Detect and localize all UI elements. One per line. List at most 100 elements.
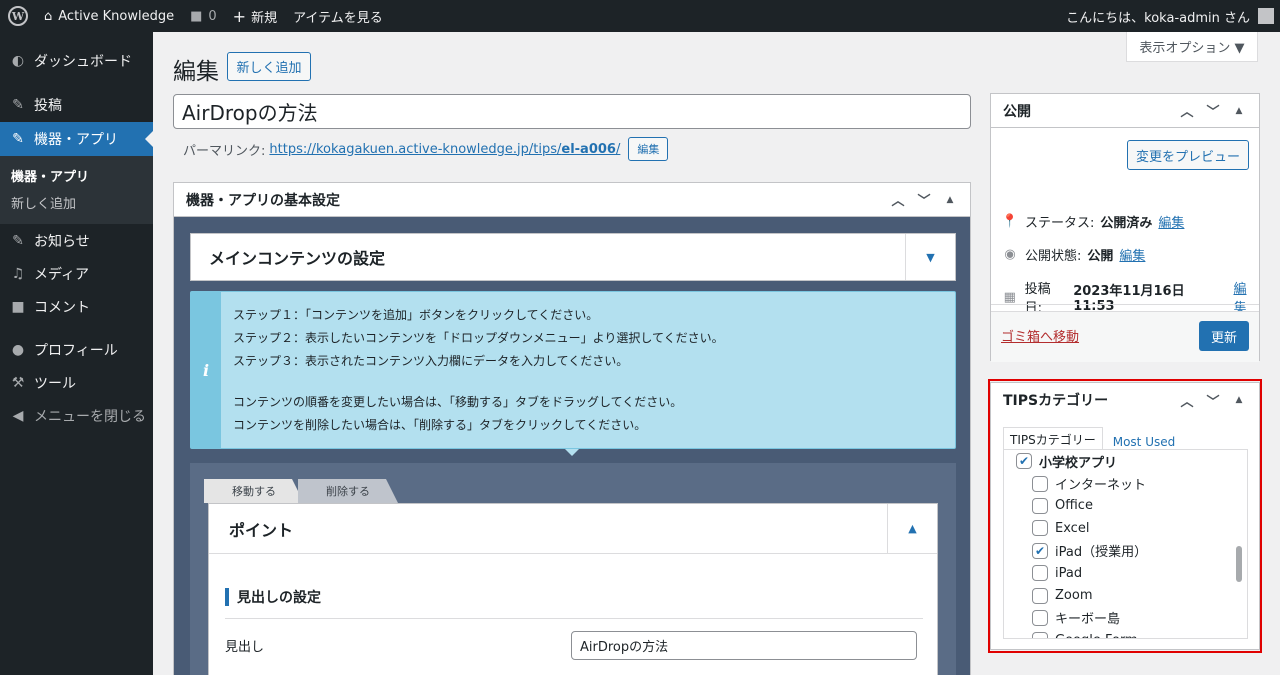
site-name-link[interactable]: ⌂ Active Knowledge — [36, 0, 182, 32]
view-item-label: アイテムを見る — [293, 10, 383, 26]
move-up-icon[interactable]: ︿ — [1179, 391, 1195, 410]
checkbox-icon[interactable] — [1032, 520, 1048, 537]
wp-logo-menu[interactable]: W — [0, 0, 36, 32]
tips-category-list: ✔ 小学校アプリインターネット Office Excel ✔ iPad（授業用） iPad Z… — [1003, 449, 1248, 639]
move-down-icon[interactable]: ﹀ — [1205, 391, 1221, 410]
checkbox-icon[interactable] — [1032, 497, 1048, 514]
status-label: ステータス: — [1025, 216, 1095, 231]
admin-sidebar: ◐ ダッシュボード ✎ 投稿 ✎ 機器・アプリ 機器・アプリ 新しく追加 ✎ お知らせ … — [0, 32, 153, 675]
sidebar-item-comments[interactable]: ■ コメント — [0, 290, 153, 323]
sidebar-item-posts[interactable]: ✎ 投稿 — [0, 88, 153, 122]
tips-header: TIPSカテゴリー ︿ ﹀ ▲ — [991, 383, 1259, 417]
sidebar-item-label: ダッシュボード — [34, 54, 132, 70]
update-button[interactable]: 更新 — [1199, 321, 1249, 351]
status-value: 公開済み — [1100, 216, 1153, 231]
expand-toggle-icon[interactable]: ▼ — [905, 234, 955, 280]
tips-category-label: 小学校アプリ — [1039, 455, 1118, 471]
main-content-settings-title: メインコンテンツの設定 — [209, 249, 386, 268]
pin-icon: ✎ — [12, 131, 24, 147]
toggle-panel-icon[interactable]: ▲ — [1231, 395, 1247, 405]
sidebar-item-label: 投稿 — [34, 98, 62, 114]
calendar-icon: ▦ — [1003, 289, 1016, 305]
my-account-menu[interactable]: こんにちは、koka-admin さん — [1058, 0, 1280, 32]
checkbox-checked-icon[interactable]: ✔ — [1032, 542, 1048, 559]
flexible-content-area: メインコンテンツの設定 ▼ i ステップ１：「コンテンツを追加」ボタンをクリック… — [174, 217, 970, 675]
permalink-edit-button[interactable]: 編集 — [628, 137, 669, 161]
sidebar-submenu: 機器・アプリ 新しく追加 — [0, 156, 153, 224]
comment-icon: ■ — [11, 298, 25, 315]
heading-field-label: 見出し — [225, 640, 265, 655]
tips-category-item[interactable]: Excel — [1004, 517, 1247, 539]
tips-category-label: iPad — [1055, 565, 1083, 581]
checkbox-icon[interactable] — [1032, 565, 1048, 582]
scrollbar[interactable] — [1236, 546, 1242, 582]
permalink-link[interactable]: https://kokagakuen.active-knowledge.jp/t… — [269, 142, 620, 157]
collapse-menu-button[interactable]: ◀ メニューを閉じる — [0, 399, 153, 432]
sidebar-item-devices-apps[interactable]: ✎ 機器・アプリ — [0, 122, 153, 156]
site-name-label: Active Knowledge — [58, 8, 175, 24]
tips-category-label: キーボー島 — [1055, 612, 1121, 628]
tips-category-item[interactable]: ✔ iPad（授業用） — [1004, 540, 1247, 562]
collapse-toggle-icon[interactable]: ▲ — [887, 504, 937, 553]
sidebar-item-profile[interactable]: ● プロフィール — [0, 333, 153, 366]
heading-field-input[interactable]: AirDropの方法 — [571, 631, 917, 660]
sidebar-item-tools[interactable]: ⚒ ツール — [0, 366, 153, 399]
tips-category-label: インターネット — [1055, 478, 1147, 494]
toggle-panel-icon[interactable]: ▲ — [942, 195, 958, 205]
dashboard-icon: ◐ — [11, 53, 25, 69]
checkbox-icon[interactable] — [1032, 609, 1048, 626]
checkbox-icon[interactable] — [1032, 632, 1048, 638]
date-value: 2023年11月16日 11:53 — [1073, 284, 1185, 314]
checkbox-icon[interactable] — [1032, 475, 1048, 492]
checkbox-checked-icon[interactable]: ✔ — [1016, 453, 1032, 470]
sidebar-item-media[interactable]: ♫ メディア — [0, 258, 153, 290]
visibility-row: ◉ 公開状態: 公開 編集 — [1001, 245, 1145, 264]
point-panel-header: ポイント ▲ — [209, 504, 937, 554]
sidebar-item-dashboard[interactable]: ◐ ダッシュボード — [0, 44, 153, 78]
move-down-icon[interactable]: ﹀ — [1205, 101, 1221, 120]
sidebar-item-label: お知らせ — [34, 234, 90, 250]
tips-category-label: Zoom — [1055, 588, 1093, 604]
checkbox-icon[interactable] — [1032, 587, 1048, 604]
permalink-base: https://kokagakuen.active-knowledge.jp/t… — [269, 141, 562, 157]
main-content-settings-header: メインコンテンツの設定 ▼ — [190, 233, 956, 281]
add-new-button[interactable]: 新しく追加 — [227, 52, 311, 81]
comments-link[interactable]: ■ 0 — [182, 0, 225, 32]
visibility-edit-link[interactable]: 編集 — [1119, 245, 1145, 264]
submenu-item-add-new[interactable]: 新しく追加 — [0, 189, 153, 216]
toggle-panel-icon[interactable]: ▲ — [1231, 106, 1247, 116]
tips-category-item[interactable]: iPad — [1004, 562, 1247, 584]
comment-icon: ■ — [190, 8, 203, 24]
greeting-text: こんにちは、koka-admin さん — [1066, 10, 1250, 26]
tips-category-item[interactable]: ✔ 小学校アプリ — [1004, 450, 1247, 472]
pin-icon: 📍 — [1001, 214, 1019, 229]
move-down-icon[interactable]: ﹀ — [916, 190, 932, 209]
instruction-line: ステップ３：表示されたコンテンツ入力欄にデータを入力してください。 — [233, 354, 629, 368]
move-up-icon[interactable]: ︿ — [1179, 101, 1195, 120]
instruction-line: コンテンツの順番を変更したい場合は、「移動する」タブをドラッグしてください。 — [233, 395, 683, 409]
tips-category-item[interactable]: キーボー島 — [1004, 607, 1247, 629]
tips-category-item[interactable]: Zoom — [1004, 584, 1247, 606]
new-content-menu[interactable]: + 新規 — [225, 0, 285, 32]
tips-category-item[interactable]: インターネット — [1004, 472, 1247, 494]
heading-settings-title: 見出しの設定 — [225, 588, 321, 606]
tab-delete[interactable]: 削除する — [298, 479, 398, 503]
tips-category-item[interactable]: Google Form — [1004, 629, 1247, 638]
move-to-trash-link[interactable]: ゴミ箱へ移動 — [1001, 326, 1079, 345]
view-item-link[interactable]: アイテムを見る — [285, 0, 391, 32]
move-up-icon[interactable]: ︿ — [890, 190, 906, 209]
post-title-input[interactable]: AirDropの方法 — [173, 94, 971, 129]
tab-move[interactable]: 移動する — [204, 479, 304, 503]
status-edit-link[interactable]: 編集 — [1158, 212, 1184, 231]
preview-changes-button[interactable]: 変更をプレビュー — [1127, 140, 1249, 170]
publish-header: 公開 ︿ ﹀ ▲ — [991, 94, 1259, 128]
home-icon: ⌂ — [44, 8, 53, 24]
submenu-item-devices-apps[interactable]: 機器・アプリ — [0, 162, 153, 189]
eye-icon: ◉ — [1004, 247, 1016, 262]
plus-icon: + — [232, 6, 247, 26]
screen-options-button[interactable]: 表示オプション ▼ — [1126, 32, 1258, 62]
sidebar-item-news[interactable]: ✎ お知らせ — [0, 224, 153, 258]
tips-category-item[interactable]: Office — [1004, 495, 1247, 517]
status-row: 📍 ステータス: 公開済み 編集 — [1001, 212, 1185, 231]
visibility-value: 公開 — [1087, 249, 1114, 264]
